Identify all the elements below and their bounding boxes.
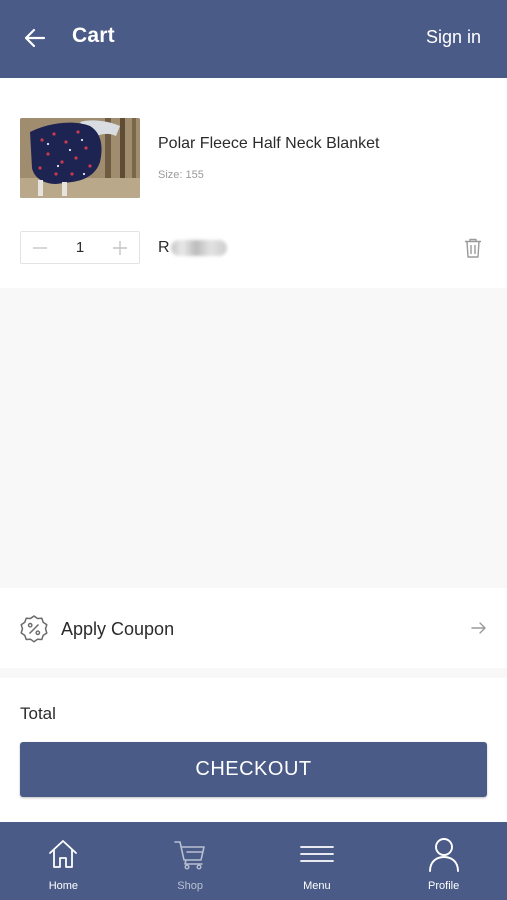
quantity-value: 1 — [75, 239, 85, 256]
nav-label-profile: Profile — [428, 880, 460, 892]
cart-item: Polar Fleece Half Neck Blanket Size: 155… — [0, 78, 507, 288]
minus-icon[interactable] — [31, 239, 49, 257]
nav-label-shop: Shop — [177, 880, 203, 892]
quantity-stepper: 1 — [20, 231, 140, 264]
page-title: Cart — [72, 24, 115, 47]
nav-item-home[interactable]: Home — [0, 822, 127, 900]
product-image[interactable] — [20, 118, 140, 198]
order-summary: Total CHECKOUT — [0, 678, 507, 822]
product-size: Size: 155 — [158, 169, 204, 181]
percent-badge-icon — [19, 614, 49, 644]
apply-coupon-label: Apply Coupon — [61, 619, 175, 639]
menu-icon — [299, 836, 335, 872]
trash-icon[interactable] — [463, 237, 483, 259]
arrow-right-icon — [471, 621, 487, 635]
sign-in-link[interactable]: Sign in — [426, 27, 481, 48]
app-header: Cart Sign in — [0, 0, 507, 78]
nav-label-home: Home — [48, 880, 79, 892]
user-icon — [426, 836, 462, 872]
home-icon — [45, 836, 81, 872]
nav-item-menu[interactable]: Menu — [254, 822, 381, 900]
nav-item-profile[interactable]: Profile — [380, 822, 507, 900]
total-label: Total — [20, 704, 56, 723]
cart-icon — [172, 836, 208, 872]
nav-label-menu: Menu — [303, 880, 331, 892]
product-price: R — [158, 239, 227, 257]
bottom-nav: Home Shop Menu Profile — [0, 822, 507, 900]
price-obscured — [170, 240, 227, 256]
price-currency: R — [158, 239, 170, 256]
arrow-left-icon[interactable] — [22, 25, 48, 51]
checkout-button[interactable]: CHECKOUT — [20, 742, 487, 797]
plus-icon[interactable] — [111, 239, 129, 257]
nav-item-shop[interactable]: Shop — [127, 822, 254, 900]
apply-coupon-row[interactable]: Apply Coupon — [0, 588, 507, 668]
product-name[interactable]: Polar Fleece Half Neck Blanket — [158, 135, 379, 153]
